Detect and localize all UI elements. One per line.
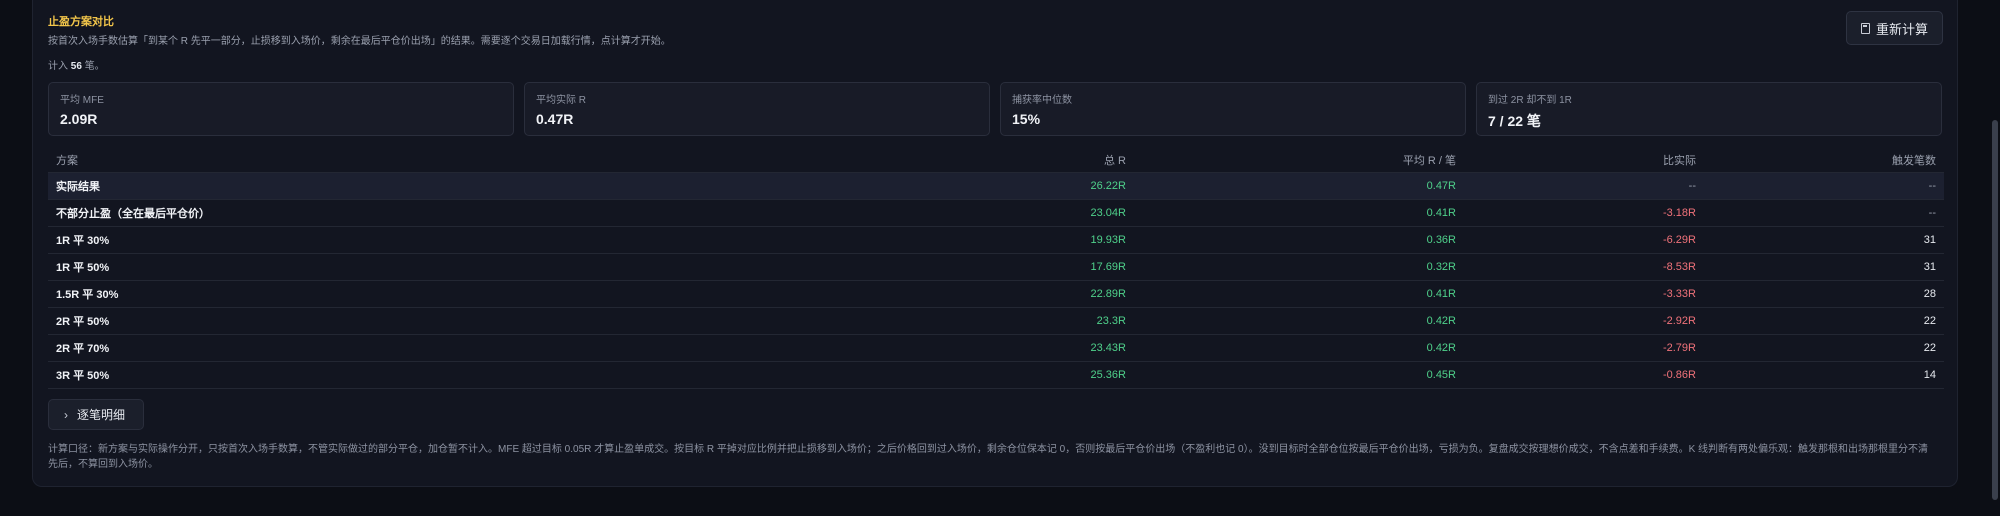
cell-vs-actual: -0.86R (1662, 369, 1696, 381)
cell-total-r: 17.69R (1090, 261, 1126, 273)
stat-value: 15% (1012, 111, 1041, 127)
cell-avg-r: 0.42R (1426, 342, 1456, 354)
table-row: 1.5R 平 30% 22.89R 0.41R -3.33R 28 (48, 281, 1944, 308)
cell-total-r: 23.04R (1090, 207, 1126, 219)
column-header-scenario[interactable]: 方案 (48, 152, 648, 168)
cell-trigger-count: -- (1928, 207, 1936, 219)
cell-trigger-count: 14 (1923, 369, 1936, 381)
column-header-avg-r[interactable]: 平均 R / 笔 (1134, 152, 1464, 168)
table-row: 1R 平 50% 17.69R 0.32R -8.53R 31 (48, 254, 1944, 281)
stat-label: 平均 MFE (60, 95, 104, 106)
cell-trigger-count: 31 (1923, 234, 1936, 246)
table-row: 2R 平 50% 23.3R 0.42R -2.92R 22 (48, 308, 1944, 335)
stat-card-capture-median: 捕获率中位数 15% (1000, 82, 1466, 136)
scenario-table: 方案 总 R 平均 R / 笔 比实际 触发笔数 实际结果 26.22R 0.4… (48, 148, 1944, 389)
page-scrollbar[interactable] (1990, 0, 2000, 516)
stat-label: 到过 2R 却不到 1R (1488, 95, 1572, 106)
recalculate-button[interactable]: 重新计算 (1846, 11, 1943, 45)
calculator-icon (1860, 22, 1870, 34)
stat-card-avg-mfe: 平均 MFE 2.09R (48, 82, 514, 136)
cell-scenario: 不部分止盈（全在最后平仓价） (56, 208, 210, 220)
cell-trigger-count: 31 (1923, 261, 1936, 273)
count-suffix: 笔。 (84, 61, 105, 72)
count-prefix: 计入 (48, 61, 68, 72)
cell-scenario: 1R 平 30% (56, 235, 110, 247)
column-header-trigger-count[interactable]: 触发笔数 (1704, 152, 1944, 168)
table-row: 1R 平 30% 19.93R 0.36R -6.29R 31 (48, 227, 1944, 254)
table-row: 实际结果 26.22R 0.47R -- -- (48, 173, 1944, 200)
stat-label: 平均实际 R (536, 95, 586, 106)
cell-trigger-count: 22 (1923, 342, 1936, 354)
scrollbar-thumb[interactable] (1992, 120, 1998, 500)
cell-total-r: 23.3R (1096, 315, 1126, 327)
cell-vs-actual: -3.33R (1662, 288, 1696, 300)
cell-vs-actual: -3.18R (1662, 207, 1696, 219)
cell-avg-r: 0.32R (1426, 261, 1456, 273)
cell-scenario: 2R 平 50% (56, 316, 110, 328)
stat-value: 2.09R (60, 111, 98, 127)
stat-card-2r-reversal: 到过 2R 却不到 1R 7 / 22 笔 (1476, 82, 1942, 136)
cell-vs-actual: -8.53R (1662, 261, 1696, 273)
cell-vs-actual: -2.79R (1662, 342, 1696, 354)
cell-trigger-count: 22 (1923, 315, 1936, 327)
cell-scenario: 1.5R 平 30% (56, 289, 119, 301)
cell-avg-r: 0.41R (1426, 288, 1456, 300)
panel-description: 按首次入场手数估算「到某个 R 先平一部分，止损移到入场价，剩余在最后平仓价出场… (48, 36, 671, 47)
cell-trigger-count: 28 (1923, 288, 1936, 300)
table-row: 3R 平 50% 25.36R 0.45R -0.86R 14 (48, 362, 1944, 389)
cell-scenario: 1R 平 50% (56, 262, 110, 274)
cell-total-r: 25.36R (1090, 369, 1126, 381)
stat-card-avg-actual-r: 平均实际 R 0.47R (524, 82, 990, 136)
cell-avg-r: 0.36R (1426, 234, 1456, 246)
table-row: 2R 平 70% 23.43R 0.42R -2.79R 22 (48, 335, 1944, 362)
stat-value: 0.47R (536, 111, 574, 127)
cell-scenario: 2R 平 70% (56, 343, 110, 355)
cell-scenario: 3R 平 50% (56, 370, 110, 382)
column-header-vs-actual[interactable]: 比实际 (1464, 152, 1704, 168)
cell-vs-actual: -- (1688, 180, 1696, 192)
trade-detail-label: 逐笔明细 (77, 408, 126, 422)
cell-total-r: 22.89R (1090, 288, 1126, 300)
cell-avg-r: 0.41R (1426, 207, 1456, 219)
cell-total-r: 23.43R (1090, 342, 1126, 354)
recalculate-label: 重新计算 (1875, 21, 1928, 37)
trade-count: 计入 56 笔。 (48, 57, 105, 72)
cell-total-r: 19.93R (1090, 234, 1126, 246)
cell-vs-actual: -2.92R (1662, 315, 1696, 327)
calculation-footnote: 计算口径：新方案与实际操作分开，只按首次入场手数算，不管实际做过的部分平仓，加仓… (48, 444, 1929, 470)
cell-scenario: 实际结果 (56, 181, 100, 193)
table-row: 不部分止盈（全在最后平仓价） 23.04R 0.41R -3.18R -- (48, 200, 1944, 227)
cell-avg-r: 0.47R (1426, 180, 1456, 192)
table-header-row: 方案 总 R 平均 R / 笔 比实际 触发笔数 (48, 148, 1944, 173)
cell-avg-r: 0.45R (1426, 369, 1456, 381)
cell-total-r: 26.22R (1090, 180, 1126, 192)
stat-label: 捕获率中位数 (1012, 95, 1072, 106)
panel-title: 止盈方案对比 (48, 16, 114, 28)
chevron-right-icon: › (64, 407, 68, 422)
cell-vs-actual: -6.29R (1662, 234, 1696, 246)
count-value: 56 (70, 61, 82, 72)
column-header-total-r[interactable]: 总 R (648, 152, 1134, 168)
take-profit-comparison-panel: 止盈方案对比 按首次入场手数估算「到某个 R 先平一部分，止损移到入场价，剩余在… (32, 0, 1958, 487)
cell-avg-r: 0.42R (1426, 315, 1456, 327)
trade-detail-toggle-button[interactable]: › 逐笔明细 (48, 399, 144, 430)
cell-trigger-count: -- (1928, 180, 1936, 192)
stat-value: 7 / 22 笔 (1488, 113, 1541, 129)
